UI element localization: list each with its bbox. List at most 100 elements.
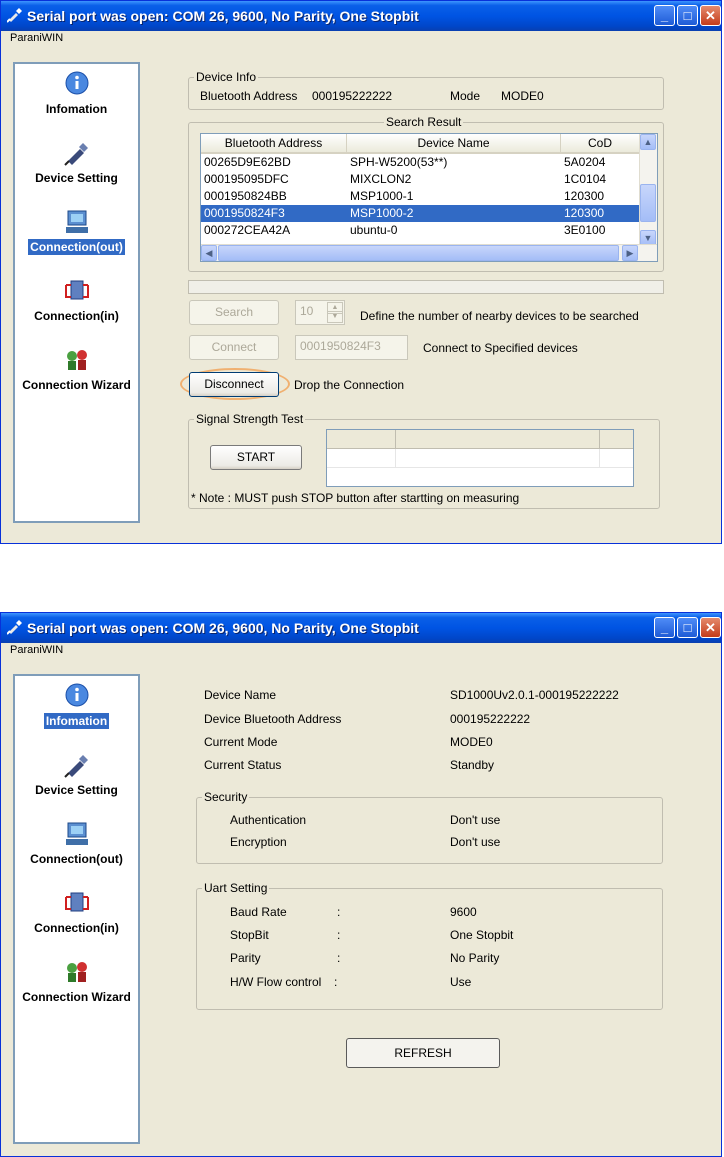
table-row[interactable]: 0001950824F3 MSP1000-2 120300 xyxy=(201,205,640,222)
connect-address-field[interactable]: 0001950824F3 xyxy=(295,335,408,360)
current-mode-label: Current Mode xyxy=(204,735,278,749)
list-rows: 00265D9E62BD SPH-W5200(53**) 5A0204 0001950… xyxy=(201,154,657,239)
table-row[interactable]: 000272CEA42A ubuntu-0 3E0100 xyxy=(201,222,640,239)
serial-cable-icon xyxy=(7,620,22,635)
signal-grid-row xyxy=(327,449,633,468)
window-title: Serial port was open: COM 26, 9600, No P… xyxy=(27,620,419,636)
sidebar-item-label: Connection Wizard xyxy=(22,378,131,392)
signal-grid-header xyxy=(327,430,633,449)
spin-down-icon[interactable]: ▼ xyxy=(327,311,343,323)
parity-label: Parity xyxy=(230,951,261,965)
search-count-value: 10 xyxy=(300,304,314,318)
vertical-scrollbar[interactable]: ▲ ▼ xyxy=(639,134,657,246)
sidebar-item-device-setting[interactable]: Device Setting xyxy=(15,751,138,798)
encryption-label: Encryption xyxy=(230,835,287,849)
colon-separator: : xyxy=(337,951,341,965)
device-name-cell: MSP1000-2 xyxy=(350,206,414,220)
wizard-people-icon xyxy=(66,350,87,370)
bluetooth-address-label: Bluetooth Address xyxy=(200,89,298,103)
current-status-label: Current Status xyxy=(204,758,282,772)
title-bar[interactable]: Serial port was open: COM 26, 9600, No P… xyxy=(1,613,721,643)
computer-network-icon xyxy=(65,210,88,233)
sidebar-item-connection-wizard[interactable]: Connection Wizard xyxy=(15,346,138,393)
column-header-bt-address[interactable]: Bluetooth Address xyxy=(201,134,347,152)
sidebar-item-connection-in[interactable]: Connection(in) xyxy=(15,277,138,324)
bluetooth-address-value: 000195222222 xyxy=(312,89,393,103)
scroll-left-icon[interactable]: ◀ xyxy=(201,245,217,261)
serial-cable-icon xyxy=(7,8,22,23)
search-description: Define the number of nearby devices to b… xyxy=(360,309,639,323)
search-count-spinner[interactable]: 10 ▲ ▼ xyxy=(295,300,345,325)
parity-value: No Parity xyxy=(450,951,500,965)
sidebar-item-information[interactable]: Infomation xyxy=(15,70,138,117)
baud-rate-value: 9600 xyxy=(450,905,477,919)
menu-item-paraniwin[interactable]: ParaniWIN xyxy=(10,32,63,44)
flow-control-value: Use xyxy=(450,975,472,989)
uart-setting-group: Uart Setting xyxy=(196,881,663,1010)
bt-address-cell: 000195095DFC xyxy=(204,172,289,186)
table-row[interactable]: 00265D9E62BD SPH-W5200(53**) 5A0204 xyxy=(201,154,640,171)
sidebar-item-information[interactable]: Infomation xyxy=(15,682,138,729)
sidebar-item-device-setting[interactable]: Device Setting xyxy=(15,139,138,186)
current-mode-value: MODE0 xyxy=(450,735,493,749)
colon-separator: : xyxy=(337,928,341,942)
scroll-thumb[interactable] xyxy=(640,184,656,222)
sidebar-item-connection-out[interactable]: Connection(out) xyxy=(15,820,138,867)
sidebar: Infomation Device Setting Connection(out… xyxy=(13,674,140,1144)
authentication-value: Don't use xyxy=(450,813,501,827)
sidebar-item-connection-out[interactable]: Connection(out) xyxy=(15,208,138,255)
refresh-button[interactable]: REFRESH xyxy=(346,1038,500,1068)
stopbit-label: StopBit xyxy=(230,928,269,942)
scroll-up-icon[interactable]: ▲ xyxy=(640,134,656,150)
close-button[interactable]: ✕ xyxy=(700,5,721,26)
scroll-thumb[interactable] xyxy=(218,245,619,261)
sidebar: Infomation Device Setting Connection(out… xyxy=(13,62,140,523)
connection-arrows-icon xyxy=(64,892,89,912)
connect-button[interactable]: Connect xyxy=(189,335,279,360)
device-name-label: Device Name xyxy=(204,688,277,702)
window-title: Serial port was open: COM 26, 9600, No P… xyxy=(27,8,419,24)
cod-cell: 1C0104 xyxy=(564,172,607,186)
progress-bar xyxy=(188,280,664,294)
sidebar-item-label: Connection Wizard xyxy=(22,990,131,1004)
device-bt-address-label: Device Bluetooth Address xyxy=(204,712,342,726)
horizontal-scrollbar[interactable]: ◀ ▶ xyxy=(201,244,657,261)
group-legend: Search Result xyxy=(386,115,462,129)
close-button[interactable]: ✕ xyxy=(700,617,721,638)
table-row[interactable]: 0001950824BB MSP1000-1 120300 xyxy=(201,188,640,205)
scroll-right-icon[interactable]: ▶ xyxy=(622,245,638,261)
minimize-button[interactable]: _ xyxy=(654,617,675,638)
column-header-device-name[interactable]: Device Name xyxy=(347,134,561,152)
sidebar-item-label: Infomation xyxy=(45,102,108,116)
maximize-button[interactable]: □ xyxy=(677,5,698,26)
maximize-button[interactable]: □ xyxy=(677,617,698,638)
start-button[interactable]: START xyxy=(210,445,302,470)
serial-adapter-icon xyxy=(63,143,88,166)
device-bt-address-value: 000195222222 xyxy=(450,712,531,726)
connection-arrows-icon xyxy=(64,280,89,300)
device-name-cell: MSP1000-1 xyxy=(350,189,414,203)
sidebar-item-label: Infomation xyxy=(43,713,110,729)
cod-cell: 3E0100 xyxy=(564,223,606,237)
info-bubble-icon xyxy=(65,71,88,95)
bt-address-cell: 0001950824BB xyxy=(204,189,287,203)
device-name-value: SD1000Uv2.0.1-000195222222 xyxy=(450,688,619,702)
search-result-list[interactable]: Bluetooth Address Device Name CoD 00265D… xyxy=(200,133,658,262)
menu-item-paraniwin[interactable]: ParaniWIN xyxy=(10,644,63,656)
disconnect-button[interactable]: Disconnect xyxy=(189,372,279,397)
title-bar[interactable]: Serial port was open: COM 26, 9600, No P… xyxy=(1,1,721,31)
sidebar-item-connection-in[interactable]: Connection(in) xyxy=(15,889,138,936)
minimize-button[interactable]: _ xyxy=(654,5,675,26)
flow-control-label: H/W Flow control xyxy=(230,975,322,989)
table-row[interactable]: 000195095DFC MIXCLON2 1C0104 xyxy=(201,171,640,188)
device-name-cell: MIXCLON2 xyxy=(350,172,412,186)
column-header-cod[interactable]: CoD xyxy=(561,134,640,152)
mode-value: MODE0 xyxy=(501,89,544,103)
search-button[interactable]: Search xyxy=(189,300,279,325)
bt-address-cell: 000272CEA42A xyxy=(204,223,291,237)
serial-adapter-icon xyxy=(63,755,88,778)
signal-grid xyxy=(326,429,634,487)
sidebar-item-label: Device Setting xyxy=(35,783,118,797)
sidebar-item-connection-wizard[interactable]: Connection Wizard xyxy=(15,958,138,1005)
security-group: Security xyxy=(196,790,663,864)
